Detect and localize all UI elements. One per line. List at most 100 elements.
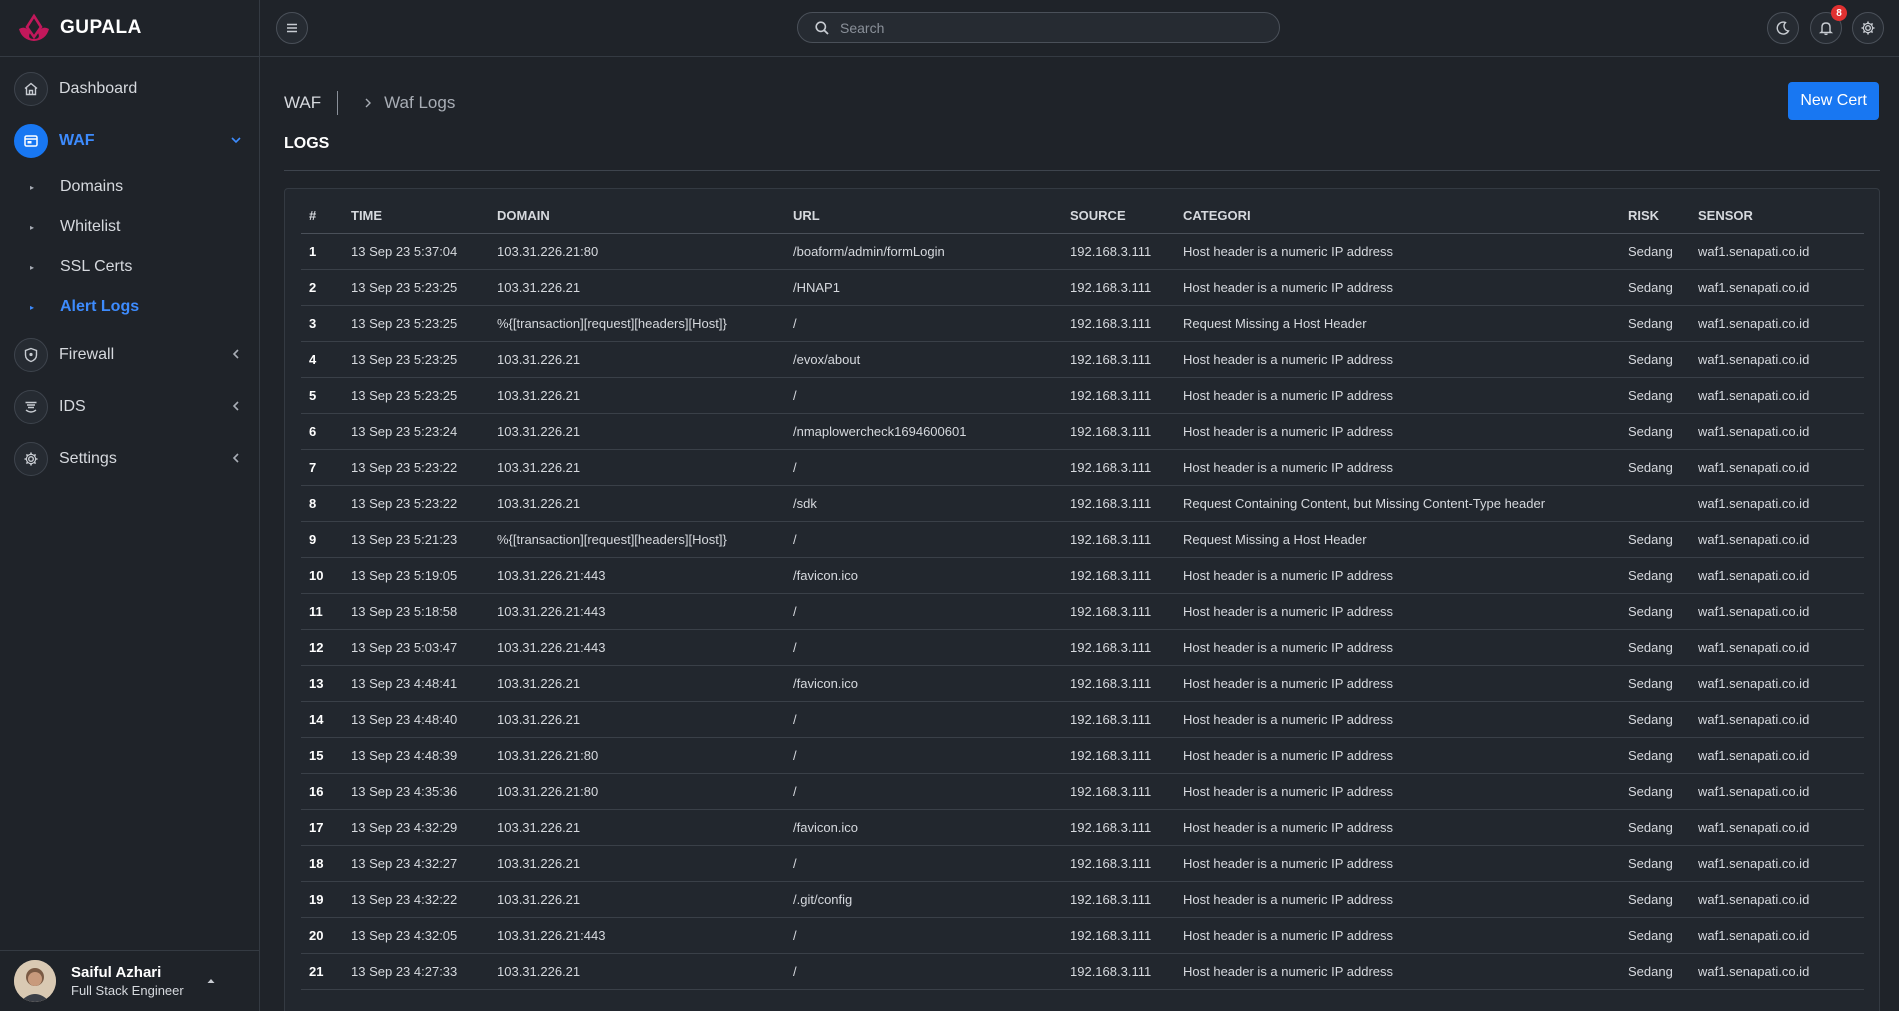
table-cell: waf1.senapati.co.id	[1690, 377, 1864, 414]
table-row[interactable]: 2 13 Sep 23 5:23:25 103.31.226.21/HNAP1 192…	[301, 269, 1864, 306]
sidebar-item-settings[interactable]: Settings	[0, 433, 259, 485]
sidebar-nav: Dashboard WAF ▸ Domains ▸ Whitelist ▸ SS…	[0, 57, 259, 485]
table-row[interactable]: 15 13 Sep 23 4:48:39 103.31.226.21:80/192.…	[301, 737, 1864, 774]
table-cell: Host header is a numeric IP address	[1175, 269, 1620, 306]
table-body: 1 13 Sep 23 5:37:04 103.31.226.21:80/boafo…	[301, 233, 1864, 990]
menu-toggle-button[interactable]	[276, 12, 308, 44]
table-cell: 103.31.226.21:443	[489, 593, 785, 630]
table-cell: Host header is a numeric IP address	[1175, 629, 1620, 666]
new-cert-button[interactable]: New Cert	[1788, 82, 1879, 120]
table-row[interactable]: 7 13 Sep 23 5:23:22 103.31.226.21/192.168.…	[301, 449, 1864, 486]
table-row[interactable]: 10 13 Sep 23 5:19:05 103.31.226.21:443/fav…	[301, 557, 1864, 594]
table-row[interactable]: 19 13 Sep 23 4:32:22 103.31.226.21/.git/co…	[301, 881, 1864, 918]
theme-toggle-button[interactable]	[1767, 12, 1799, 44]
breadcrumb-root[interactable]: WAF	[284, 93, 321, 113]
table-cell: Request Containing Content, but Missing …	[1175, 485, 1620, 522]
column-header[interactable]: DOMAIN	[489, 199, 785, 234]
table-cell: 192.168.3.111	[1062, 377, 1175, 414]
table-cell: 17	[301, 809, 343, 846]
table-row[interactable]: 21 13 Sep 23 4:27:33 103.31.226.21/192.168…	[301, 953, 1864, 990]
table-cell: waf1.senapati.co.id	[1690, 881, 1864, 918]
table-cell: 103.31.226.21:443	[489, 917, 785, 954]
sidebar-subitem-domains[interactable]: ▸ Domains	[0, 167, 259, 207]
ids-icon	[14, 390, 48, 424]
sidebar-item-label: Firewall	[59, 346, 115, 363]
avatar	[14, 960, 56, 1002]
table-cell: /evox/about	[785, 341, 1062, 378]
table-cell: 103.31.226.21	[489, 485, 785, 522]
table-row[interactable]: 20 13 Sep 23 4:32:05 103.31.226.21:443/192…	[301, 917, 1864, 954]
table-row[interactable]: 17 13 Sep 23 4:32:29 103.31.226.21/favicon…	[301, 809, 1864, 846]
table-cell: 103.31.226.21	[489, 953, 785, 990]
table-row[interactable]: 9 13 Sep 23 5:21:23 %{[transaction][reques…	[301, 521, 1864, 558]
table-cell: Request Missing a Host Header	[1175, 305, 1620, 342]
search-bar[interactable]	[797, 12, 1280, 43]
table-cell: /	[785, 449, 1062, 486]
table-cell: waf1.senapati.co.id	[1690, 413, 1864, 450]
table-row[interactable]: 11 13 Sep 23 5:18:58 103.31.226.21:443/192…	[301, 593, 1864, 630]
table-cell: /nmaplowercheck1694600601	[785, 413, 1062, 450]
table-cell: /favicon.ico	[785, 557, 1062, 594]
table-cell: 13 Sep 23 5:23:22	[343, 449, 489, 486]
column-header[interactable]: SOURCE	[1062, 199, 1175, 234]
user-profile[interactable]: Saiful Azhari Full Stack Engineer	[0, 950, 259, 1011]
table-row[interactable]: 16 13 Sep 23 4:35:36 103.31.226.21:80/192.…	[301, 773, 1864, 810]
settings-button[interactable]	[1852, 12, 1884, 44]
sidebar-item-waf[interactable]: WAF	[0, 115, 259, 167]
bell-icon	[1818, 20, 1834, 36]
table-row[interactable]: 3 13 Sep 23 5:23:25 %{[transaction][reques…	[301, 305, 1864, 342]
table-cell: 18	[301, 845, 343, 882]
table-row[interactable]: 4 13 Sep 23 5:23:25 103.31.226.21/evox/abo…	[301, 341, 1864, 378]
notifications-button[interactable]: 8	[1810, 5, 1847, 44]
search-input[interactable]	[840, 19, 1260, 36]
table-cell: 13 Sep 23 5:37:04	[343, 233, 489, 270]
column-header[interactable]: SENSOR	[1690, 199, 1864, 234]
table-cell: 192.168.3.111	[1062, 629, 1175, 666]
table-cell: Host header is a numeric IP address	[1175, 701, 1620, 738]
table-cell: 192.168.3.111	[1062, 953, 1175, 990]
column-header[interactable]: TIME	[343, 199, 489, 234]
table-cell: Host header is a numeric IP address	[1175, 377, 1620, 414]
table-cell: waf1.senapati.co.id	[1690, 521, 1864, 558]
sidebar-item-ids[interactable]: IDS	[0, 381, 259, 433]
sidebar-item-dashboard[interactable]: Dashboard	[0, 63, 259, 115]
sidebar-subitem-label: Domains	[60, 178, 124, 195]
column-header[interactable]: CATEGORI	[1175, 199, 1620, 234]
brand[interactable]: GUPALA	[0, 0, 259, 57]
column-header[interactable]: URL	[785, 199, 1062, 234]
sidebar-subitem-alert-logs[interactable]: ▸ Alert Logs	[0, 287, 259, 327]
table-cell: 13 Sep 23 4:48:40	[343, 701, 489, 738]
table-cell: Sedang	[1620, 305, 1690, 342]
column-header[interactable]: RISK	[1620, 199, 1690, 234]
sidebar: GUPALA Dashboard WAF ▸ Domains ▸ Whiteli…	[0, 0, 260, 1011]
sidebar-item-firewall[interactable]: Firewall	[0, 329, 259, 381]
table-cell: waf1.senapati.co.id	[1690, 485, 1864, 522]
table-cell: 13 Sep 23 4:48:39	[343, 737, 489, 774]
sidebar-subitem-ssl-certs[interactable]: ▸ SSL Certs	[0, 247, 259, 287]
table-cell: 192.168.3.111	[1062, 341, 1175, 378]
sidebar-subitem-whitelist[interactable]: ▸ Whitelist	[0, 207, 259, 247]
table-row[interactable]: 13 13 Sep 23 4:48:41 103.31.226.21/favicon…	[301, 665, 1864, 702]
table-row[interactable]: 8 13 Sep 23 5:23:22 103.31.226.21/sdk 192.1…	[301, 485, 1864, 522]
table-row[interactable]: 5 13 Sep 23 5:23:25 103.31.226.21/192.168.…	[301, 377, 1864, 414]
table-cell: Sedang	[1620, 953, 1690, 990]
table-row[interactable]: 6 13 Sep 23 5:23:24 103.31.226.21/nmaplowe…	[301, 413, 1864, 450]
caret-up-icon[interactable]	[206, 976, 216, 986]
table-row[interactable]: 14 13 Sep 23 4:48:40 103.31.226.21/192.168…	[301, 701, 1864, 738]
table-cell: 19	[301, 881, 343, 918]
table-cell: /	[785, 701, 1062, 738]
column-header[interactable]: #	[301, 199, 343, 234]
table-cell: Host header is a numeric IP address	[1175, 773, 1620, 810]
sidebar-subitem-label: Alert Logs	[60, 298, 140, 315]
table-cell: /boaform/admin/formLogin	[785, 233, 1062, 270]
table-cell: Host header is a numeric IP address	[1175, 449, 1620, 486]
table-cell: waf1.senapati.co.id	[1690, 269, 1864, 306]
table-cell: 192.168.3.111	[1062, 809, 1175, 846]
table-row[interactable]: 18 13 Sep 23 4:32:27 103.31.226.21/192.168…	[301, 845, 1864, 882]
table-cell: waf1.senapati.co.id	[1690, 665, 1864, 702]
table-row[interactable]: 12 13 Sep 23 5:03:47 103.31.226.21:443/192…	[301, 629, 1864, 666]
table-cell: Sedang	[1620, 449, 1690, 486]
gear-icon	[1860, 20, 1876, 36]
table-cell: Host header is a numeric IP address	[1175, 233, 1620, 270]
table-row[interactable]: 1 13 Sep 23 5:37:04 103.31.226.21:80/boafo…	[301, 233, 1864, 270]
